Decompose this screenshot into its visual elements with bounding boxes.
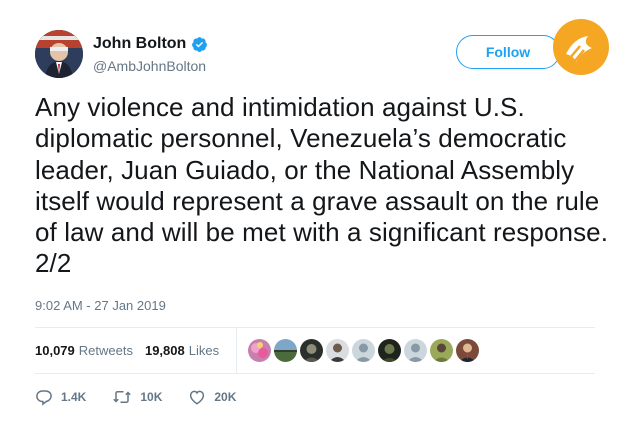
reply-icon	[35, 388, 53, 406]
likes-label: Likes	[188, 343, 220, 358]
retweets-stat[interactable]: 10,079 Retweets	[35, 343, 133, 358]
liker-avatar-default-2-icon[interactable]	[404, 339, 427, 362]
liker-avatar-flowers-icon[interactable]	[248, 339, 271, 362]
like-count: 20K	[214, 390, 237, 404]
retweets-label: Retweets	[78, 343, 133, 358]
reply-action[interactable]: 1.4K	[35, 388, 86, 406]
follow-button[interactable]: Follow	[456, 35, 560, 69]
retweet-icon	[112, 388, 132, 406]
display-name[interactable]: John Bolton	[93, 35, 186, 53]
user-name-row[interactable]: John Bolton	[93, 35, 208, 53]
user-handle[interactable]: @AmbJohnBolton	[93, 58, 206, 74]
reply-count: 1.4K	[61, 390, 87, 404]
divider-bottom	[35, 373, 595, 374]
tweet-timestamp[interactable]: 9:02 AM - 27 Jan 2019	[35, 298, 166, 313]
likes-stat[interactable]: 19,808 Likes	[145, 343, 219, 358]
liker-avatar-suit-icon[interactable]	[456, 339, 479, 362]
tweet-text: Any violence and intimidation against U.…	[35, 92, 609, 279]
liker-avatars	[248, 339, 479, 362]
liker-avatar-green-icon[interactable]	[430, 339, 453, 362]
profile-photo-icon	[35, 30, 83, 78]
likes-count: 19,808	[144, 343, 185, 358]
profile-avatar[interactable]	[35, 30, 83, 78]
retweet-count: 10K	[140, 390, 163, 404]
liker-avatar-landscape-icon[interactable]	[274, 339, 297, 362]
liker-avatar-person-icon[interactable]	[326, 339, 349, 362]
liker-avatar-dark-2-icon[interactable]	[378, 339, 401, 362]
divider-top	[35, 327, 595, 328]
like-action[interactable]: 20K	[188, 388, 236, 406]
retweet-action[interactable]: 10K	[112, 388, 162, 406]
liker-avatar-dark-icon[interactable]	[300, 339, 323, 362]
heart-icon	[188, 388, 206, 406]
tweet-stats: 10,079 Retweets 19,808 Likes	[35, 343, 231, 358]
retweets-count: 10,079	[35, 343, 75, 358]
stats-separator	[236, 327, 237, 373]
watermark-logo-icon	[552, 18, 610, 76]
liker-avatar-default-icon[interactable]	[352, 339, 375, 362]
tweet-actions: 1.4K 10K 20K	[35, 388, 262, 406]
verified-badge-icon	[191, 36, 208, 53]
